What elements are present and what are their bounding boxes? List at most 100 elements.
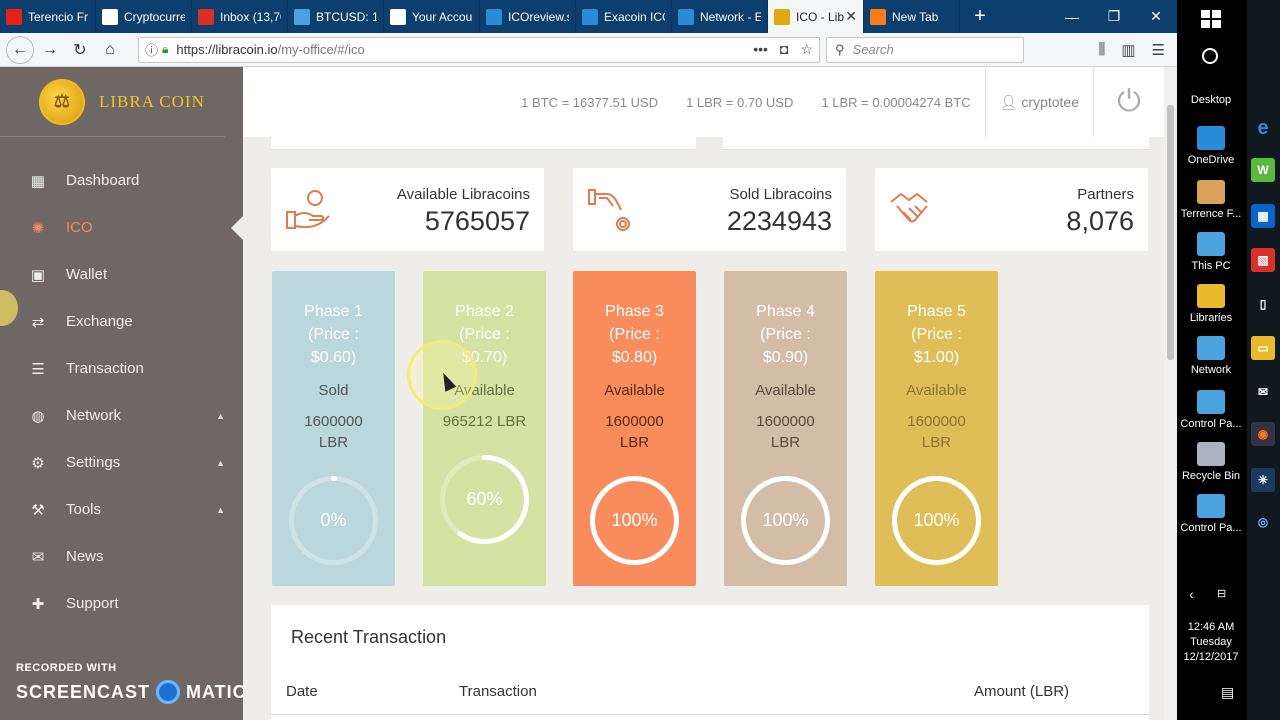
phase-title: Phase 3	[605, 303, 664, 320]
sidebar-menu: ▦ Dashboard ✺ ICO ▣ Wallet ⇄ Exchange ☰ Transacti…	[0, 157, 243, 627]
desktop-icon[interactable]: Terrence F...	[1177, 180, 1245, 220]
tab-6[interactable]: Exacoin ICC	[576, 0, 672, 33]
desktop-app-icon	[1197, 336, 1225, 360]
tab-1[interactable]: Cryptocurre	[96, 0, 192, 33]
pocket-icon[interactable]: ◘	[780, 41, 788, 58]
phase-title: Phase 4	[756, 303, 815, 320]
bookmark-star-icon[interactable]: ☆	[800, 41, 813, 58]
sidebar-item-news[interactable]: ✉ News	[0, 533, 243, 580]
app-w-icon[interactable]: W	[1251, 158, 1275, 182]
cortana-icon[interactable]	[1202, 48, 1218, 64]
tab-9[interactable]: New Tab	[864, 0, 960, 33]
folder-icon[interactable]: ▭	[1251, 336, 1275, 360]
phase-card: Phase 1 (Price : $0.60) Sold 1600000 LBR 0%	[272, 271, 395, 586]
info-icon[interactable]: ⓘ	[145, 40, 158, 59]
app-red-icon[interactable]: ▧	[1251, 248, 1275, 272]
gmail-icon	[198, 8, 214, 25]
sidebar-item-dashboard[interactable]: ▦ Dashboard	[0, 157, 243, 204]
col-transaction[interactable]: Transaction	[459, 683, 537, 700]
tab-4[interactable]: Your Accou	[384, 0, 480, 33]
screencast-taskbar-icon[interactable]: ◎	[1251, 510, 1275, 534]
tab-list: Terencio Fr Cryptocurre Inbox (13,70 BTCUSD…	[0, 0, 960, 33]
sidebar-item-label: Settings	[66, 454, 121, 471]
sidebar-item-ico[interactable]: ✺ ICO	[0, 204, 243, 251]
store-icon[interactable]: ▦	[1251, 204, 1275, 228]
col-amount[interactable]: Amount (LBR)	[974, 683, 1069, 700]
desktop-icon[interactable]: Control Pa...	[1177, 390, 1245, 430]
tab-0[interactable]: Terencio Fr	[0, 0, 96, 33]
desktop-icon-label: Network	[1190, 364, 1232, 376]
rate-lbr-btc: 1 LBR = 0.00004274 BTC	[821, 94, 971, 110]
phase-amount-value: 1600000	[605, 413, 664, 430]
sidebar-item-transaction[interactable]: ☰ Transaction	[0, 345, 243, 392]
stat-card: Sold Libracoins 2234943	[573, 168, 846, 251]
system-clock[interactable]: 12:46 AM Tuesday 12/12/2017	[1177, 620, 1245, 665]
close-window-icon[interactable]: ✕	[1135, 0, 1177, 33]
coin-icon	[774, 8, 790, 25]
sidebar-toggle-icon[interactable]: ▥	[1121, 41, 1135, 59]
windows-start-icon[interactable]	[1201, 10, 1221, 28]
minimize-icon[interactable]: —	[1051, 0, 1093, 33]
scrollbar-thumb[interactable]	[1167, 105, 1174, 360]
sidebar-item-tools[interactable]: ⚒ Tools ▲	[0, 486, 243, 533]
tab-2[interactable]: Inbox (13,70	[192, 0, 288, 33]
search-input[interactable]: ⚲ Search	[826, 36, 1024, 63]
desktop-label: Desktop	[1190, 94, 1232, 106]
file-icon[interactable]: ▯	[1251, 292, 1275, 316]
desktop-icon[interactable]: This PC	[1177, 232, 1245, 272]
firefox-taskbar-icon[interactable]: ◉	[1251, 422, 1275, 446]
network-tray-icon[interactable]: ⊟	[1217, 587, 1226, 600]
tab-7[interactable]: Network - E	[672, 0, 768, 33]
tab-label: BTCUSD: 16	[316, 9, 377, 24]
sidebar-item-support[interactable]: ✚ Support	[0, 580, 243, 627]
restore-icon[interactable]: ❐	[1093, 0, 1135, 33]
dollar-icon	[102, 8, 118, 25]
screencast-watermark: RECORDED WITH SCREENCAST MATIC	[16, 662, 247, 704]
logout-power-icon[interactable]: ⏻	[1094, 67, 1164, 137]
home-button[interactable]: ⌂	[96, 36, 124, 64]
circle-icon	[390, 8, 406, 25]
app-asterisk-icon[interactable]: ✳	[1251, 468, 1275, 492]
sidebar-item-settings[interactable]: ⚙ Settings ▲	[0, 439, 243, 486]
tab-3[interactable]: BTCUSD: 16	[288, 0, 384, 33]
desktop-icon[interactable]: Control Pa...	[1177, 494, 1245, 534]
phase-price-line: (Price :	[760, 326, 811, 343]
firefox-icon	[870, 8, 886, 25]
menu-icon[interactable]: ☰	[1152, 41, 1165, 59]
back-button[interactable]: ←	[6, 35, 34, 64]
rate-btc-usd: 1 BTC = 16377.51 USD	[521, 94, 659, 110]
desktop-icon[interactable]: Libraries	[1177, 284, 1245, 324]
sidebar-item-network[interactable]: ◍ Network ▲	[0, 392, 243, 439]
desktop-icon[interactable]: Network	[1177, 336, 1245, 376]
stat-card: Partners 8,076	[875, 168, 1148, 251]
sun-icon: ✺	[31, 219, 45, 237]
library-icon[interactable]: ⫼	[1098, 41, 1105, 59]
libra-coin-logo-icon: ⚖	[39, 78, 85, 125]
tab-8[interactable]: ICO - Lib ✕	[768, 0, 864, 33]
sidebar-item-exchange[interactable]: ⇄ Exchange	[0, 298, 243, 345]
brand-logo[interactable]: ⚖ LIBRA COIN	[0, 67, 225, 137]
sidebar-item-wallet[interactable]: ▣ Wallet	[0, 251, 243, 298]
desktop-icon[interactable]: Recycle Bin	[1177, 442, 1245, 482]
reload-button[interactable]: ↻	[66, 36, 94, 64]
desktop-app-icon	[1197, 232, 1225, 256]
desktop-icon[interactable]: OneDrive	[1177, 126, 1245, 166]
caret-up-icon: ▲	[216, 457, 225, 468]
user-menu[interactable]: 👤︎ cryptotee	[984, 67, 1094, 137]
shuffle-icon: ⇄	[31, 313, 45, 331]
page-actions-icon[interactable]: •••	[753, 41, 768, 58]
edge-browser-icon[interactable]: e	[1251, 116, 1275, 140]
page-scrollbar[interactable]	[1164, 67, 1177, 720]
chevron-left-icon[interactable]: ‹	[1189, 586, 1194, 602]
phase-card: Phase 5 (Price : $1.00) Available 1600000 LBR…	[875, 271, 998, 586]
new-tab-button[interactable]: +	[960, 0, 1000, 33]
forward-button[interactable]: →	[36, 36, 64, 64]
notification-icon[interactable]: ▤	[1221, 684, 1234, 701]
col-date[interactable]: Date	[286, 683, 318, 700]
desktop-icons: Desktop OneDrive Terrence F... This PC Libr…	[1177, 0, 1245, 720]
close-tab-icon[interactable]: ✕	[845, 8, 857, 25]
url-bar[interactable]: ⓘ 🔒︎ https://libracoin.io/my-office/#/ic…	[138, 36, 820, 63]
tab-5[interactable]: ICOreview.s	[480, 0, 576, 33]
list-icon: ☰	[31, 360, 45, 378]
mail-icon[interactable]: ✉	[1251, 380, 1275, 404]
